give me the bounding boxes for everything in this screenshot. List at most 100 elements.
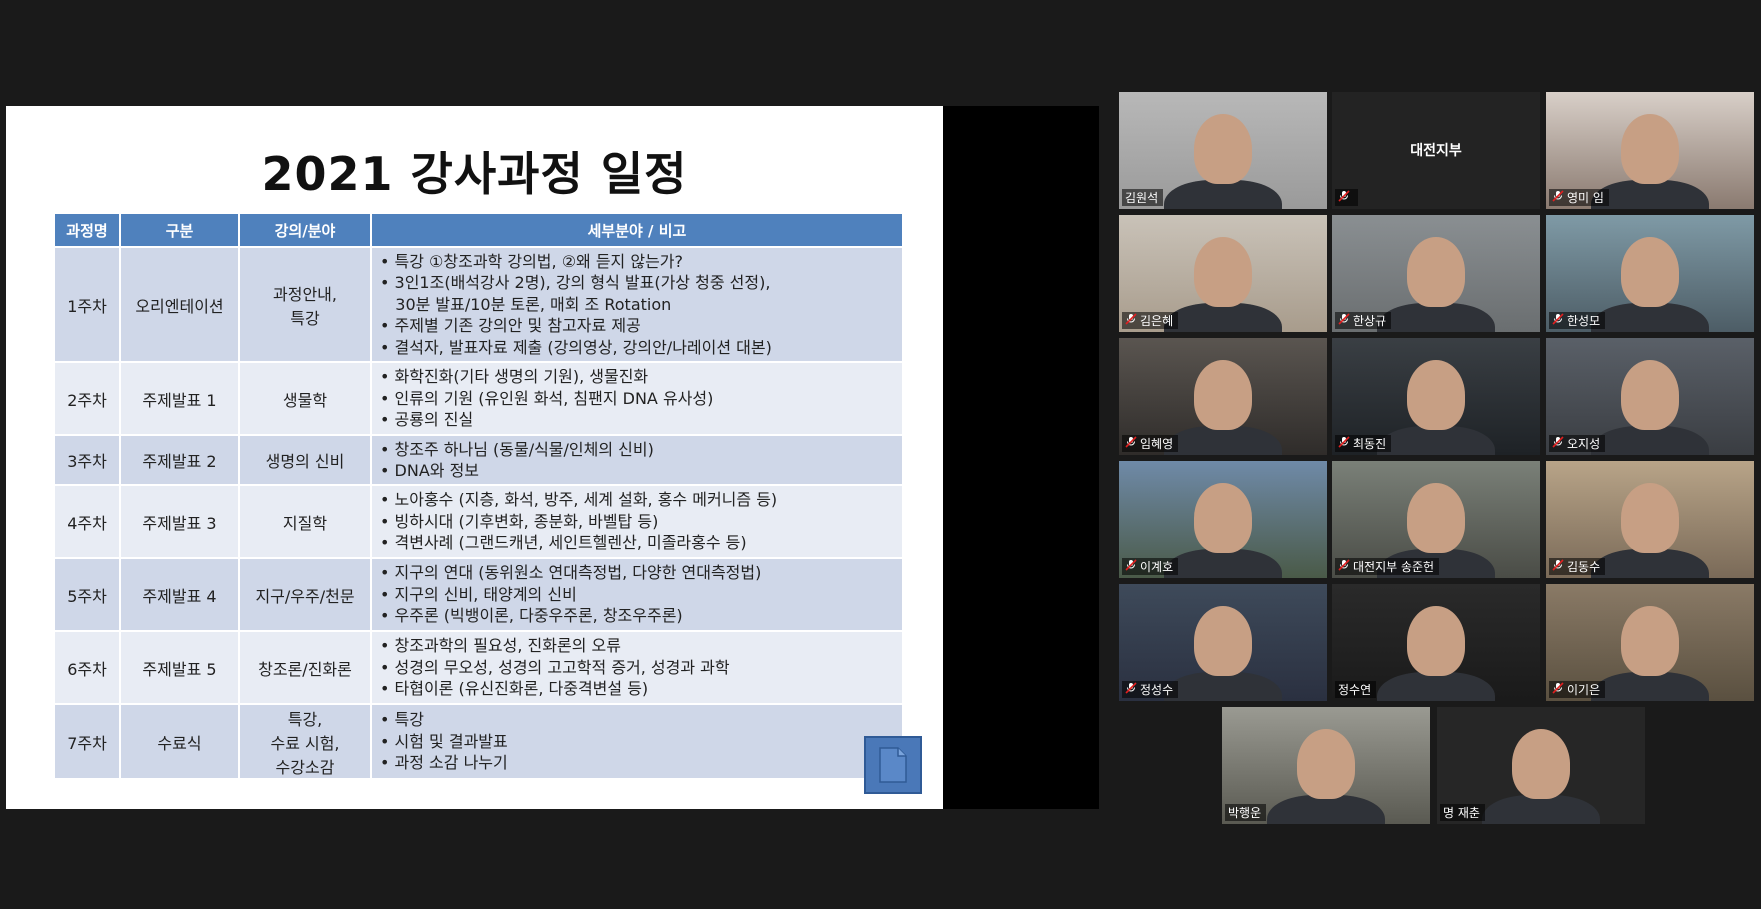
participant-silhouette — [1164, 303, 1282, 332]
document-icon[interactable] — [864, 736, 922, 794]
participant-tile[interactable]: 대전지부 송준헌 — [1332, 461, 1540, 578]
participant-silhouette — [1407, 237, 1465, 307]
participant-silhouette — [1164, 672, 1282, 701]
detail-line: • 특강 — [380, 710, 424, 730]
participant-name: 정수연 — [1338, 683, 1372, 697]
table-row: 5주차 주제발표 4 지구/우주/천문 • 지구의 연대 (동위원소 연대측정법, 다… — [53, 557, 904, 632]
detail-line: • 화학진화(기타 생명의 기원), 생물진화 — [380, 367, 649, 387]
participant-silhouette — [1194, 114, 1252, 184]
cell-type: 주제발표 2 — [119, 434, 240, 486]
shared-screen: 2021 강사과정 일정 과정명 구분 강의/분야 세부분야 / 비고 1주차 오… — [6, 106, 1099, 809]
cell-details: • 특강 ①창조과학 강의법, ②왜 듣지 않는가? • 3인1조(배석강사 2명… — [370, 246, 904, 363]
table-row: 6주차 주제발표 5 창조론/진화론 • 창조과학의 필요성, 진화론의 오류 • 성경… — [53, 630, 904, 705]
cell-details: • 지구의 연대 (동위원소 연대측정법, 다양한 연대측정법) • 지구의 신비… — [370, 557, 904, 632]
detail-line: • 창조과학의 필요성, 진화론의 오류 — [380, 636, 621, 656]
participant-name-label: 한성모 — [1549, 312, 1606, 329]
participant-tile[interactable]: 한성모 — [1546, 215, 1754, 332]
participant-silhouette — [1194, 606, 1252, 676]
participant-tile[interactable]: 정수연 — [1332, 584, 1540, 701]
participant-name-label: 김원석 — [1122, 189, 1164, 206]
presentation-slide: 2021 강사과정 일정 과정명 구분 강의/분야 세부분야 / 비고 1주차 오… — [6, 106, 943, 809]
participant-silhouette — [1194, 483, 1252, 553]
participant-name-label: 명 재춘 — [1440, 804, 1485, 821]
cell-field: 생명의 신비 — [238, 434, 372, 486]
cell-week: 3주차 — [53, 434, 121, 486]
cell-field: 생물학 — [238, 361, 372, 436]
participant-tile[interactable]: 한상규 — [1332, 215, 1540, 332]
participant-name-label: 정성수 — [1122, 681, 1179, 698]
participant-name-label: 최동진 — [1335, 435, 1392, 452]
participant-silhouette — [1297, 729, 1355, 799]
cell-week: 6주차 — [53, 630, 121, 705]
participant-name-label: 이기은 — [1549, 681, 1606, 698]
participant-silhouette — [1377, 426, 1495, 455]
cell-details: • 창조주 하나님 (동물/식물/인체의 신비) • DNA와 정보 — [370, 434, 904, 486]
detail-line: • 타협이론 (유신진화론, 다중격변설 등) — [380, 679, 649, 699]
table-row: 4주차 주제발표 3 지질학 • 노아홍수 (지층, 화석, 방주, 세계 설화, 홍… — [53, 484, 904, 559]
participant-tile[interactable]: 정성수 — [1119, 584, 1327, 701]
participant-tile[interactable]: 이기은 — [1546, 584, 1754, 701]
participant-name: 오지성 — [1567, 437, 1601, 451]
field-line: 지구/우주/천문 — [255, 586, 355, 606]
muted-mic-icon — [1338, 190, 1350, 205]
participant-tile[interactable]: 오지성 — [1546, 338, 1754, 455]
participant-silhouette — [1267, 795, 1385, 824]
muted-mic-icon — [1125, 559, 1137, 574]
header-category: 구분 — [119, 212, 240, 248]
participant-tile[interactable]: 최동진 — [1332, 338, 1540, 455]
participant-silhouette — [1164, 549, 1282, 578]
cell-week: 7주차 — [53, 703, 121, 780]
detail-line: • 지구의 신비, 태양계의 신비 — [380, 584, 577, 604]
detail-line: • 빙하시대 (기후변화, 종분화, 바벨탑 등) — [380, 511, 659, 531]
participant-silhouette — [1407, 360, 1465, 430]
participant-tile[interactable]: 대전지부 — [1332, 92, 1540, 209]
participant-tile[interactable]: 김동수 — [1546, 461, 1754, 578]
participant-tile[interactable]: 명 재춘 — [1437, 707, 1645, 824]
detail-line: • 과정 소감 나누기 — [380, 753, 508, 773]
cell-details: • 노아홍수 (지층, 화석, 방주, 세계 설화, 홍수 메커니즘 등) • 빙… — [370, 484, 904, 559]
participant-name-label: 대전지부 송준헌 — [1335, 558, 1440, 575]
cell-type: 오리엔테이션 — [119, 246, 240, 363]
header-course: 과정명 — [53, 212, 121, 248]
participant-name: 명 재춘 — [1443, 806, 1480, 820]
participant-tile[interactable]: 김원석 — [1119, 92, 1327, 209]
participant-silhouette — [1512, 729, 1570, 799]
muted-mic-icon — [1552, 436, 1564, 451]
detail-line: • 창조주 하나님 (동물/식물/인체의 신비) — [380, 439, 654, 459]
participant-name-label: 박행운 — [1225, 804, 1267, 821]
muted-mic-icon — [1552, 313, 1564, 328]
table-header-row: 과정명 구분 강의/분야 세부분야 / 비고 — [53, 212, 904, 248]
field-line: 특강 — [290, 308, 320, 328]
participant-center-name: 대전지부 — [1410, 143, 1462, 159]
participant-name: 김은혜 — [1140, 314, 1174, 328]
participant-tile[interactable]: 박행운 — [1222, 707, 1430, 824]
slide-title: 2021 강사과정 일정 — [261, 147, 688, 201]
participant-tile[interactable]: 이계호 — [1119, 461, 1327, 578]
muted-mic-icon — [1338, 436, 1350, 451]
cell-week: 1주차 — [53, 246, 121, 363]
participant-name: 임혜영 — [1140, 437, 1174, 451]
schedule-table: 과정명 구분 강의/분야 세부분야 / 비고 1주차 오리엔테이션 과정안내, 특강 •… — [53, 212, 904, 780]
participant-name: 김동수 — [1567, 560, 1601, 574]
muted-mic-icon — [1338, 313, 1350, 328]
cell-field: 지구/우주/천문 — [238, 557, 372, 632]
detail-line: • 공룡의 진실 — [380, 410, 474, 430]
detail-line: • 지구의 연대 (동위원소 연대측정법, 다양한 연대측정법) — [380, 563, 762, 583]
participant-tile[interactable]: 임혜영 — [1119, 338, 1327, 455]
muted-mic-icon — [1338, 559, 1350, 574]
participant-silhouette — [1164, 180, 1282, 209]
cell-field: 특강, 수료 시험, 수강소감 — [238, 703, 372, 780]
table-row: 1주차 오리엔테이션 과정안내, 특강 • 특강 ①창조과학 강의법, ②왜 듣지 않는… — [53, 246, 904, 363]
detail-line: • 인류의 기원 (유인원 화석, 침팬지 DNA 유사성) — [380, 388, 714, 408]
participant-name-label: 한상규 — [1335, 312, 1392, 329]
field-line: 과정안내, — [273, 284, 337, 304]
cell-week: 5주차 — [53, 557, 121, 632]
field-line: 수강소감 — [275, 757, 335, 777]
muted-mic-icon — [1552, 190, 1564, 205]
participant-name: 정성수 — [1140, 683, 1174, 697]
participant-tile[interactable]: 영미 임 — [1546, 92, 1754, 209]
participant-tile[interactable]: 김은혜 — [1119, 215, 1327, 332]
participant-name-label — [1335, 189, 1358, 206]
detail-line: • 노아홍수 (지층, 화석, 방주, 세계 설화, 홍수 메커니즘 등) — [380, 490, 778, 510]
cell-field: 지질학 — [238, 484, 372, 559]
